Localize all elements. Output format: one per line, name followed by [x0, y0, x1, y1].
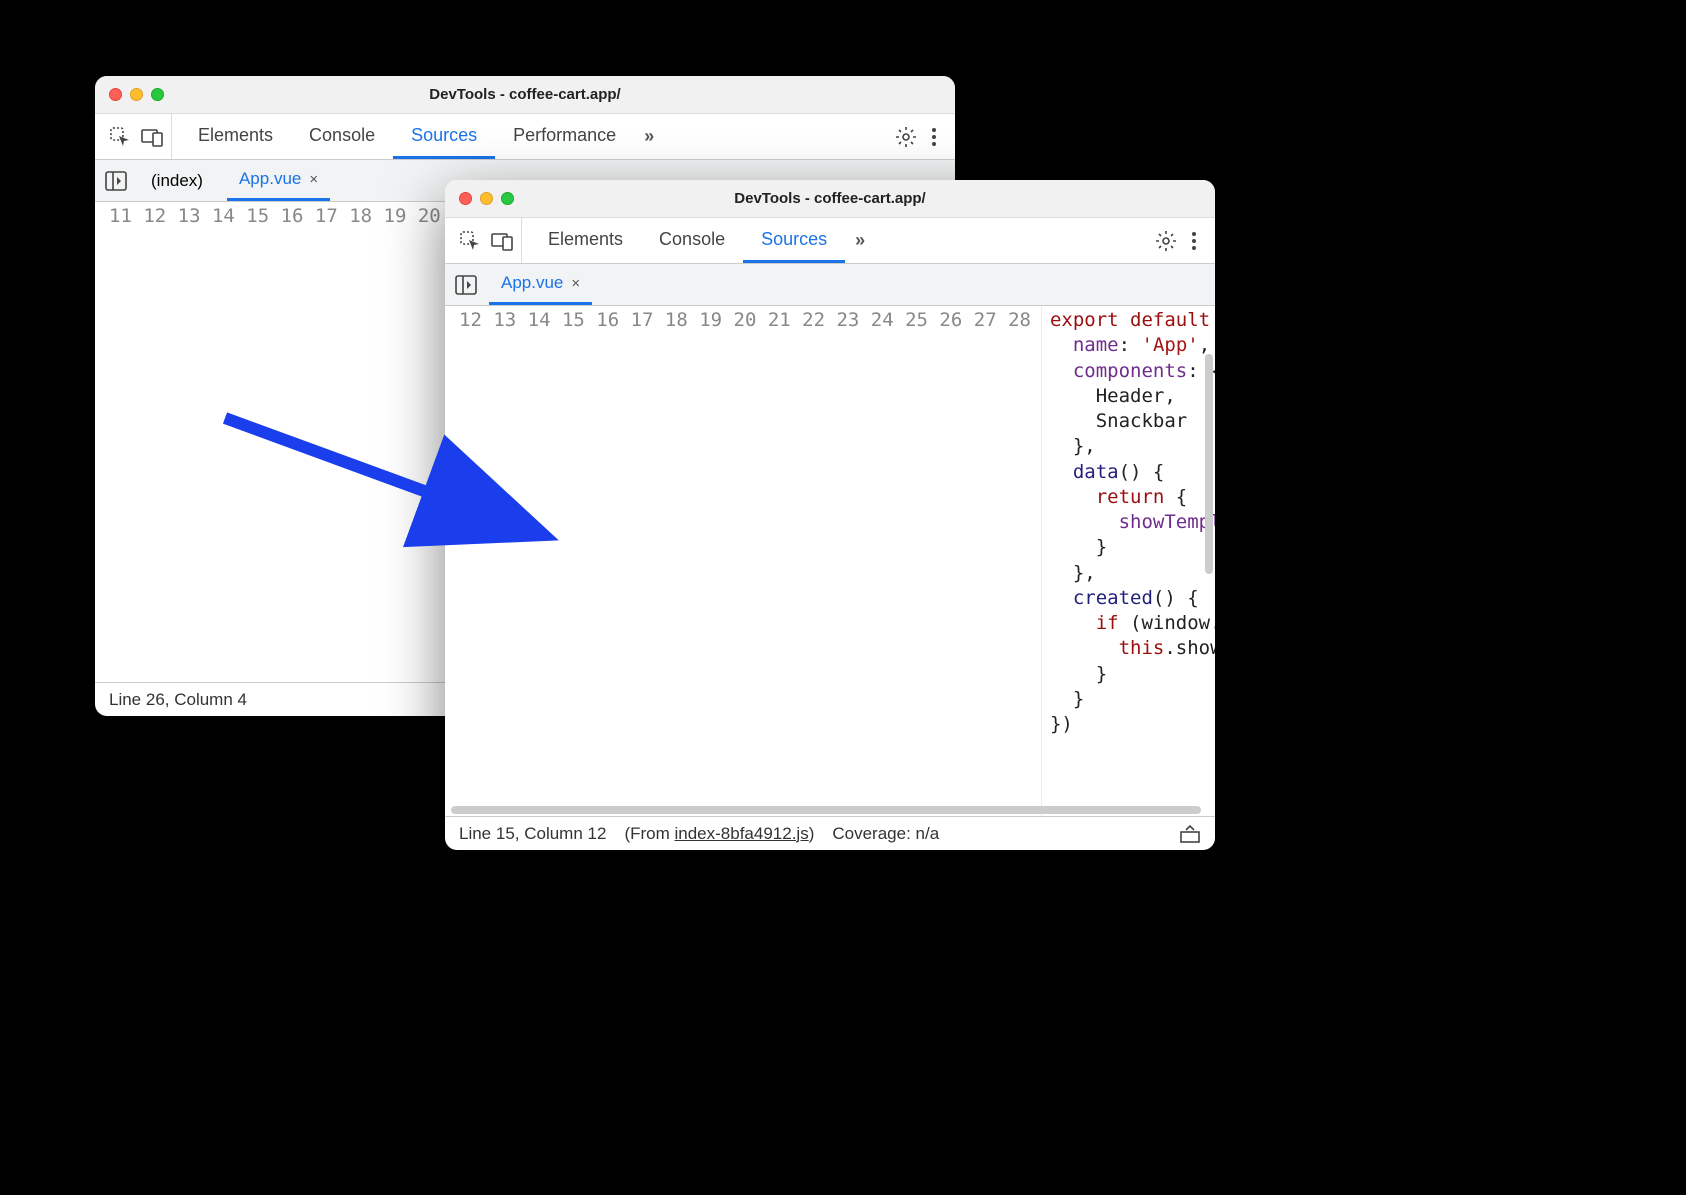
- file-tab-index[interactable]: (index): [139, 160, 215, 201]
- window-close-icon[interactable]: [459, 192, 472, 205]
- source-origin: (From index-8bfa4912.js): [624, 824, 814, 844]
- more-menu-icon[interactable]: [1191, 231, 1197, 251]
- window-maximize-icon[interactable]: [501, 192, 514, 205]
- file-tab-label: (index): [151, 171, 203, 191]
- source-file-tabs: App.vue ×: [445, 264, 1215, 306]
- inspect-element-icon[interactable]: [109, 126, 131, 148]
- window-title: DevTools - coffee-cart.app/: [95, 86, 955, 103]
- file-tab-label: App.vue: [501, 273, 563, 293]
- show-drawer-icon[interactable]: [1179, 824, 1201, 844]
- panel-tabs-overflow-icon[interactable]: »: [845, 218, 875, 263]
- titlebar: DevTools - coffee-cart.app/: [95, 76, 955, 114]
- file-tab-label: App.vue: [239, 169, 301, 189]
- settings-gear-icon[interactable]: [895, 126, 917, 148]
- devtools-panel-tabs: Elements Console Sources »: [445, 218, 1215, 264]
- window-close-icon[interactable]: [109, 88, 122, 101]
- window-maximize-icon[interactable]: [151, 88, 164, 101]
- panel-tab-console[interactable]: Console: [291, 114, 393, 159]
- panel-tab-sources[interactable]: Sources: [393, 114, 495, 159]
- window-traffic-lights: [109, 88, 164, 101]
- devtools-window-front: DevTools - coffee-cart.app/ Elements Con…: [445, 180, 1215, 850]
- window-minimize-icon[interactable]: [480, 192, 493, 205]
- device-toolbar-icon[interactable]: [491, 231, 515, 251]
- window-traffic-lights: [459, 192, 514, 205]
- device-toolbar-icon[interactable]: [141, 127, 165, 147]
- window-title: DevTools - coffee-cart.app/: [445, 190, 1215, 207]
- navigator-toggle-icon[interactable]: [105, 171, 127, 191]
- cursor-position: Line 15, Column 12: [459, 824, 606, 844]
- close-tab-icon[interactable]: ×: [309, 171, 318, 188]
- window-minimize-icon[interactable]: [130, 88, 143, 101]
- panel-tab-performance[interactable]: Performance: [495, 114, 634, 159]
- file-tab-app-vue[interactable]: App.vue ×: [489, 264, 592, 305]
- code-editor[interactable]: 12 13 14 15 16 17 18 19 20 21 22 23 24 2…: [445, 306, 1215, 816]
- devtools-panel-tabs: Elements Console Sources Performance »: [95, 114, 955, 160]
- titlebar: DevTools - coffee-cart.app/: [445, 180, 1215, 218]
- more-menu-icon[interactable]: [931, 127, 937, 147]
- horizontal-scrollbar[interactable]: [451, 806, 1201, 814]
- coverage-status: Coverage: n/a: [832, 824, 939, 844]
- navigator-toggle-icon[interactable]: [455, 275, 477, 295]
- panel-tab-console[interactable]: Console: [641, 218, 743, 263]
- panel-tabs-overflow-icon[interactable]: »: [634, 114, 664, 159]
- close-tab-icon[interactable]: ×: [571, 275, 580, 292]
- source-origin-link[interactable]: index-8bfa4912.js: [674, 824, 808, 843]
- settings-gear-icon[interactable]: [1155, 230, 1177, 252]
- panel-tab-sources[interactable]: Sources: [743, 218, 845, 263]
- panel-tab-elements[interactable]: Elements: [530, 218, 641, 263]
- code-content[interactable]: export default defineComponent({ name: '…: [1042, 306, 1215, 816]
- status-bar: Line 15, Column 12 (From index-8bfa4912.…: [445, 816, 1215, 850]
- vertical-scrollbar[interactable]: [1205, 354, 1213, 574]
- file-tab-app-vue[interactable]: App.vue ×: [227, 160, 330, 201]
- panel-tab-elements[interactable]: Elements: [180, 114, 291, 159]
- line-number-gutter: 12 13 14 15 16 17 18 19 20 21 22 23 24 2…: [445, 306, 1042, 816]
- inspect-element-icon[interactable]: [459, 230, 481, 252]
- cursor-position: Line 26, Column 4: [109, 690, 247, 710]
